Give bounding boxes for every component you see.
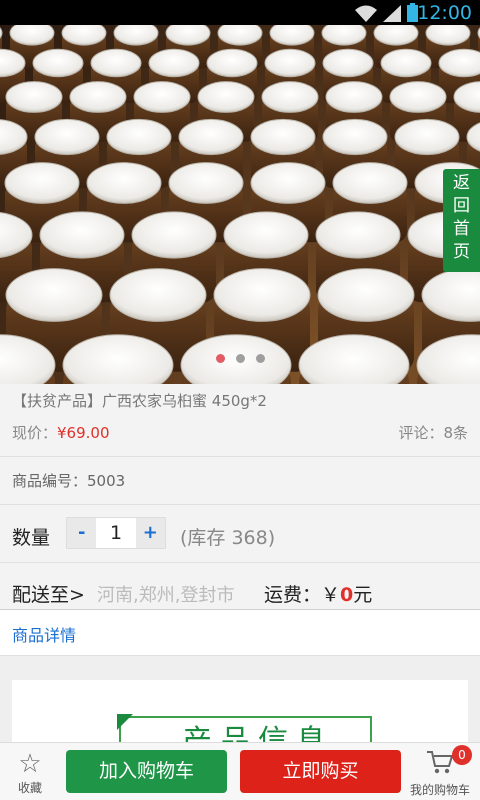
cart-icon	[427, 751, 454, 774]
favorite-button[interactable]: ☆ 收藏	[8, 751, 52, 796]
shipping-fee-value: 0	[340, 584, 354, 606]
banner-corner	[117, 714, 133, 730]
cart-count-badge: 0	[452, 745, 472, 765]
back-home-char: 首	[453, 219, 470, 239]
shipping-fee-unit: 元	[353, 584, 373, 606]
price-value: ¥69.00	[57, 424, 110, 442]
star-icon: ☆	[18, 749, 42, 779]
my-cart-button[interactable]: 0 我的购物车	[402, 745, 478, 798]
tab-product-details[interactable]: 商品详情	[12, 622, 76, 646]
honey-jars-image	[0, 25, 480, 384]
buy-now-button[interactable]: 立即购买	[240, 750, 401, 793]
clock: 12:00	[417, 2, 472, 24]
back-home-button[interactable]: 返 回 首 页	[443, 169, 480, 272]
status-icons	[355, 3, 418, 22]
increase-button[interactable]: +	[136, 518, 165, 548]
wifi-icon	[355, 5, 377, 22]
product-title: 【扶贫产品】广西农家乌桕蜜 450g*2	[12, 392, 267, 410]
ship-to-button[interactable]: 配送至>	[12, 580, 85, 607]
carousel-indicator	[0, 354, 480, 363]
reviews-link[interactable]: 评论：8条	[398, 422, 468, 443]
product-sku: 商品编号：5003	[12, 472, 126, 490]
price-row: 现价：¥69.00	[12, 422, 110, 443]
status-bar: 12:00	[0, 0, 480, 25]
product-image-carousel[interactable]: 返 回 首 页	[0, 25, 480, 384]
price-label: 现价：	[12, 424, 58, 442]
shipping-fee: 运费：￥0元	[264, 580, 372, 607]
carousel-dot[interactable]	[255, 354, 265, 363]
ship-location[interactable]: 河南,郑州,登封市	[97, 581, 234, 607]
back-home-char: 页	[453, 242, 470, 262]
signal-icon	[383, 5, 401, 22]
add-to-cart-button[interactable]: 加入购物车	[66, 750, 227, 793]
quantity-input[interactable]: 1	[96, 518, 136, 548]
decrease-button[interactable]: -	[67, 518, 96, 548]
carousel-dot[interactable]	[215, 354, 225, 363]
carousel-dot[interactable]	[235, 354, 245, 363]
shipping-fee-label: 运费：￥	[264, 584, 341, 606]
favorite-label: 收藏	[17, 781, 42, 795]
details-tab-bar: 商品详情	[0, 610, 480, 656]
divider	[0, 456, 480, 457]
quantity-label: 数量	[12, 527, 51, 549]
bottom-action-bar: ☆ 收藏 加入购物车 立即购买 0 我的购物车	[0, 742, 480, 800]
divider	[0, 562, 480, 563]
back-home-char: 返	[453, 173, 470, 193]
my-cart-label: 我的购物车	[409, 783, 470, 797]
quantity-stepper: - 1 +	[66, 517, 166, 549]
banner-text: 产品信息	[182, 724, 334, 742]
stock-count: (库存 368)	[180, 527, 276, 549]
back-home-char: 回	[453, 196, 470, 216]
product-info-banner: 产品信息	[12, 680, 468, 742]
details-content: 产品信息	[0, 656, 480, 742]
divider	[0, 504, 480, 505]
